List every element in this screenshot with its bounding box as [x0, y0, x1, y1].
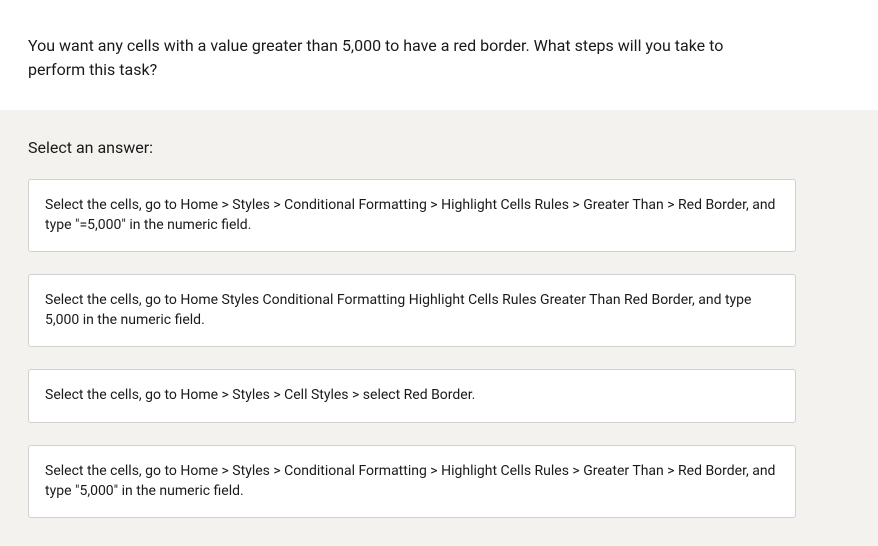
select-answer-prompt: Select an answer: — [28, 138, 850, 157]
question-text: You want any cells with a value greater … — [0, 0, 760, 110]
answer-option-4[interactable]: Select the cells, go to Home > Styles > … — [28, 445, 796, 518]
answer-option-2[interactable]: Select the cells, go to Home Styles Cond… — [28, 274, 796, 347]
answer-option-1[interactable]: Select the cells, go to Home > Styles > … — [28, 179, 796, 252]
answer-option-3[interactable]: Select the cells, go to Home > Styles > … — [28, 369, 796, 423]
answer-section: Select an answer: Select the cells, go t… — [0, 110, 878, 546]
